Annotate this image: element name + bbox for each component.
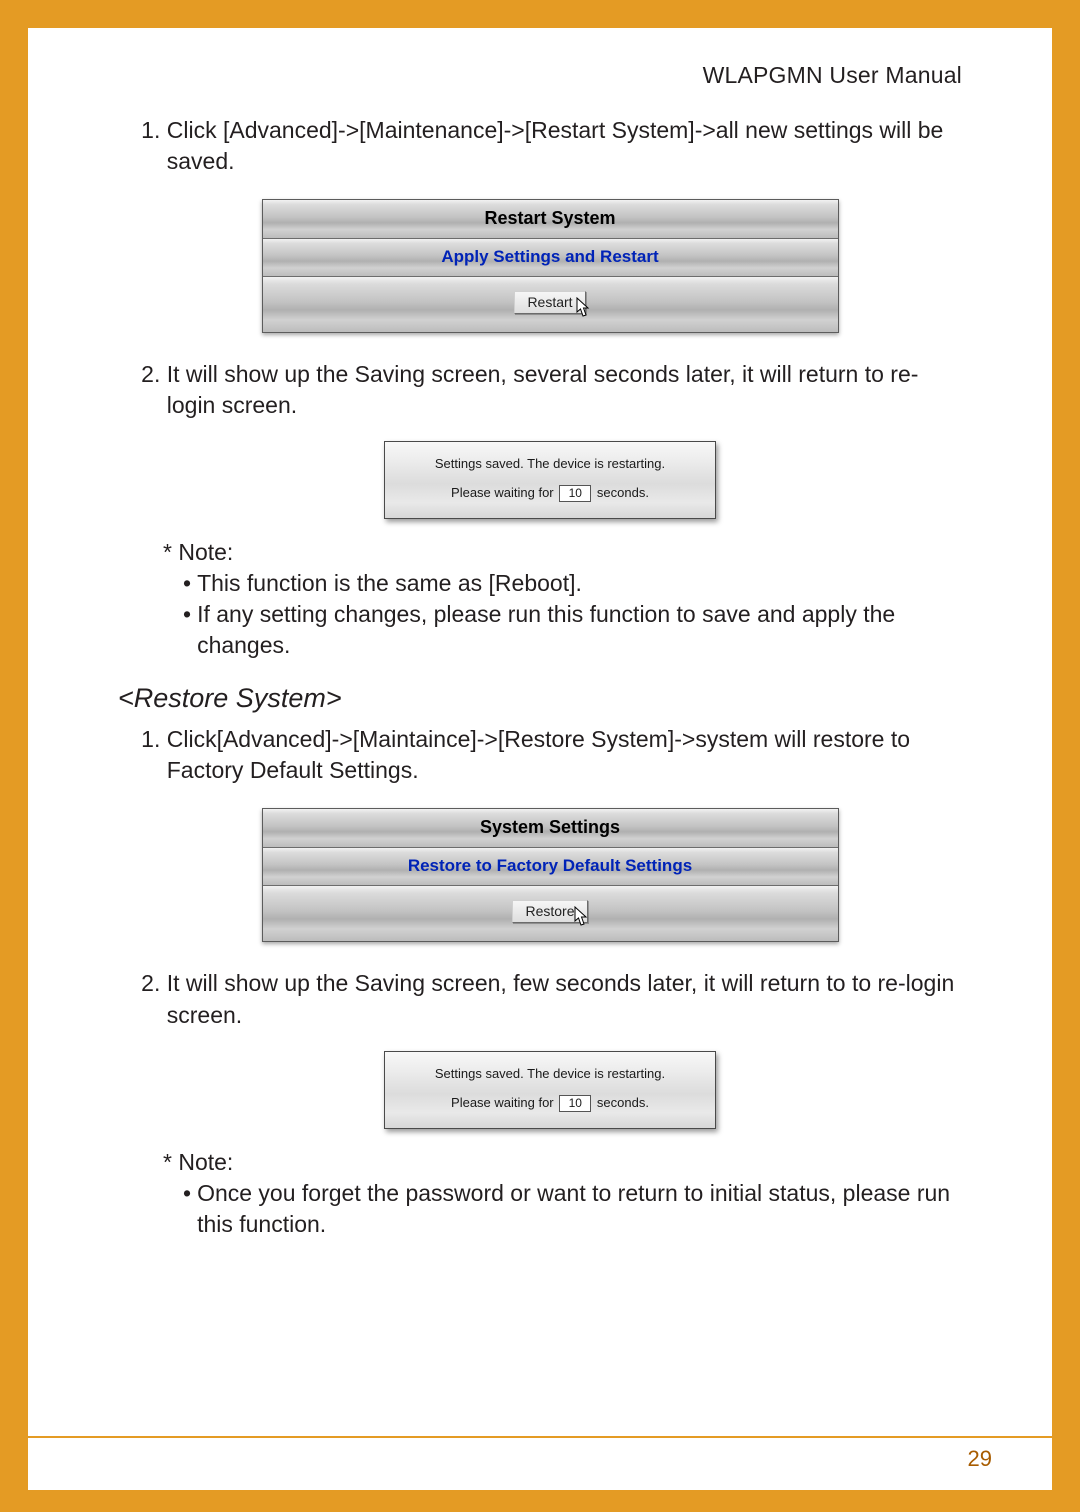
restart-step-1-text: Click [Advanced]->[Maintenance]->[Restar… [167, 117, 944, 174]
bullet-icon: • [183, 568, 191, 599]
restart-step-2: It will show up the Saving screen, sever… [167, 359, 962, 421]
restart-note-1: This function is the same as [Reboot]. [197, 568, 582, 599]
saving-dialog-2: Settings saved. The device is restarting… [384, 1051, 716, 1129]
page-number: 29 [968, 1446, 992, 1472]
restart-note-2: If any setting changes, please run this … [197, 599, 962, 661]
saving-dialog-1-line1: Settings saved. The device is restarting… [395, 456, 705, 471]
restart-panel-subtitle: Apply Settings and Restart [263, 239, 838, 277]
saving-dialog-wait-post: seconds. [597, 485, 649, 500]
restore-note-block: * Note: • Once you forget the password o… [163, 1147, 962, 1240]
bullet-icon: • [183, 599, 191, 661]
restart-step-1: Click [Advanced]->[Maintenance]->[Restar… [167, 115, 962, 177]
countdown-value-2: 10 [559, 1095, 591, 1112]
restart-panel-title: Restart System [263, 200, 838, 239]
saving-dialog-2-wait-pre: Please waiting for [451, 1095, 554, 1110]
countdown-value: 10 [559, 485, 591, 502]
saving-dialog-1: Settings saved. The device is restarting… [384, 441, 716, 519]
restart-note-block: * Note: • This function is the same as [… [163, 537, 962, 661]
saving-dialog-2-wait-post: seconds. [597, 1095, 649, 1110]
restore-panel-title: System Settings [263, 809, 838, 848]
restore-step-1-text: Click[Advanced]->[Maintaince]->[Restore … [167, 726, 910, 783]
restore-note-label: * Note: [163, 1147, 962, 1178]
restore-step-2: It will show up the Saving screen, few s… [167, 968, 962, 1030]
restart-section: Click [Advanced]->[Maintenance]->[Restar… [138, 115, 962, 177]
restore-button[interactable]: Restore [512, 900, 587, 923]
saving-dialog-2-line2: Please waiting for 10 seconds. [395, 1095, 705, 1112]
saving-dialog-wait-pre: Please waiting for [451, 485, 554, 500]
restart-panel-button-row: Restart [263, 277, 838, 332]
bullet-icon: • [183, 1178, 191, 1240]
page-header: WLAPGMN User Manual [138, 62, 962, 89]
restore-step-1: Click[Advanced]->[Maintaince]->[Restore … [167, 724, 962, 786]
restore-step-2-text: It will show up the Saving screen, few s… [167, 970, 954, 1027]
restore-panel-button-row: Restore [263, 886, 838, 941]
restart-step-2-text: It will show up the Saving screen, sever… [167, 361, 919, 418]
restart-system-panel: Restart System Apply Settings and Restar… [262, 199, 839, 333]
restore-system-panel: System Settings Restore to Factory Defau… [262, 808, 839, 942]
saving-dialog-1-line2: Please waiting for 10 seconds. [395, 485, 705, 502]
restore-section-title: <Restore System> [118, 683, 962, 714]
restore-note-1: Once you forget the password or want to … [197, 1178, 962, 1240]
saving-dialog-2-line1: Settings saved. The device is restarting… [395, 1066, 705, 1081]
restart-note-label: * Note: [163, 537, 962, 568]
restart-button[interactable]: Restart [514, 291, 585, 314]
restore-panel-subtitle: Restore to Factory Default Settings [263, 848, 838, 886]
